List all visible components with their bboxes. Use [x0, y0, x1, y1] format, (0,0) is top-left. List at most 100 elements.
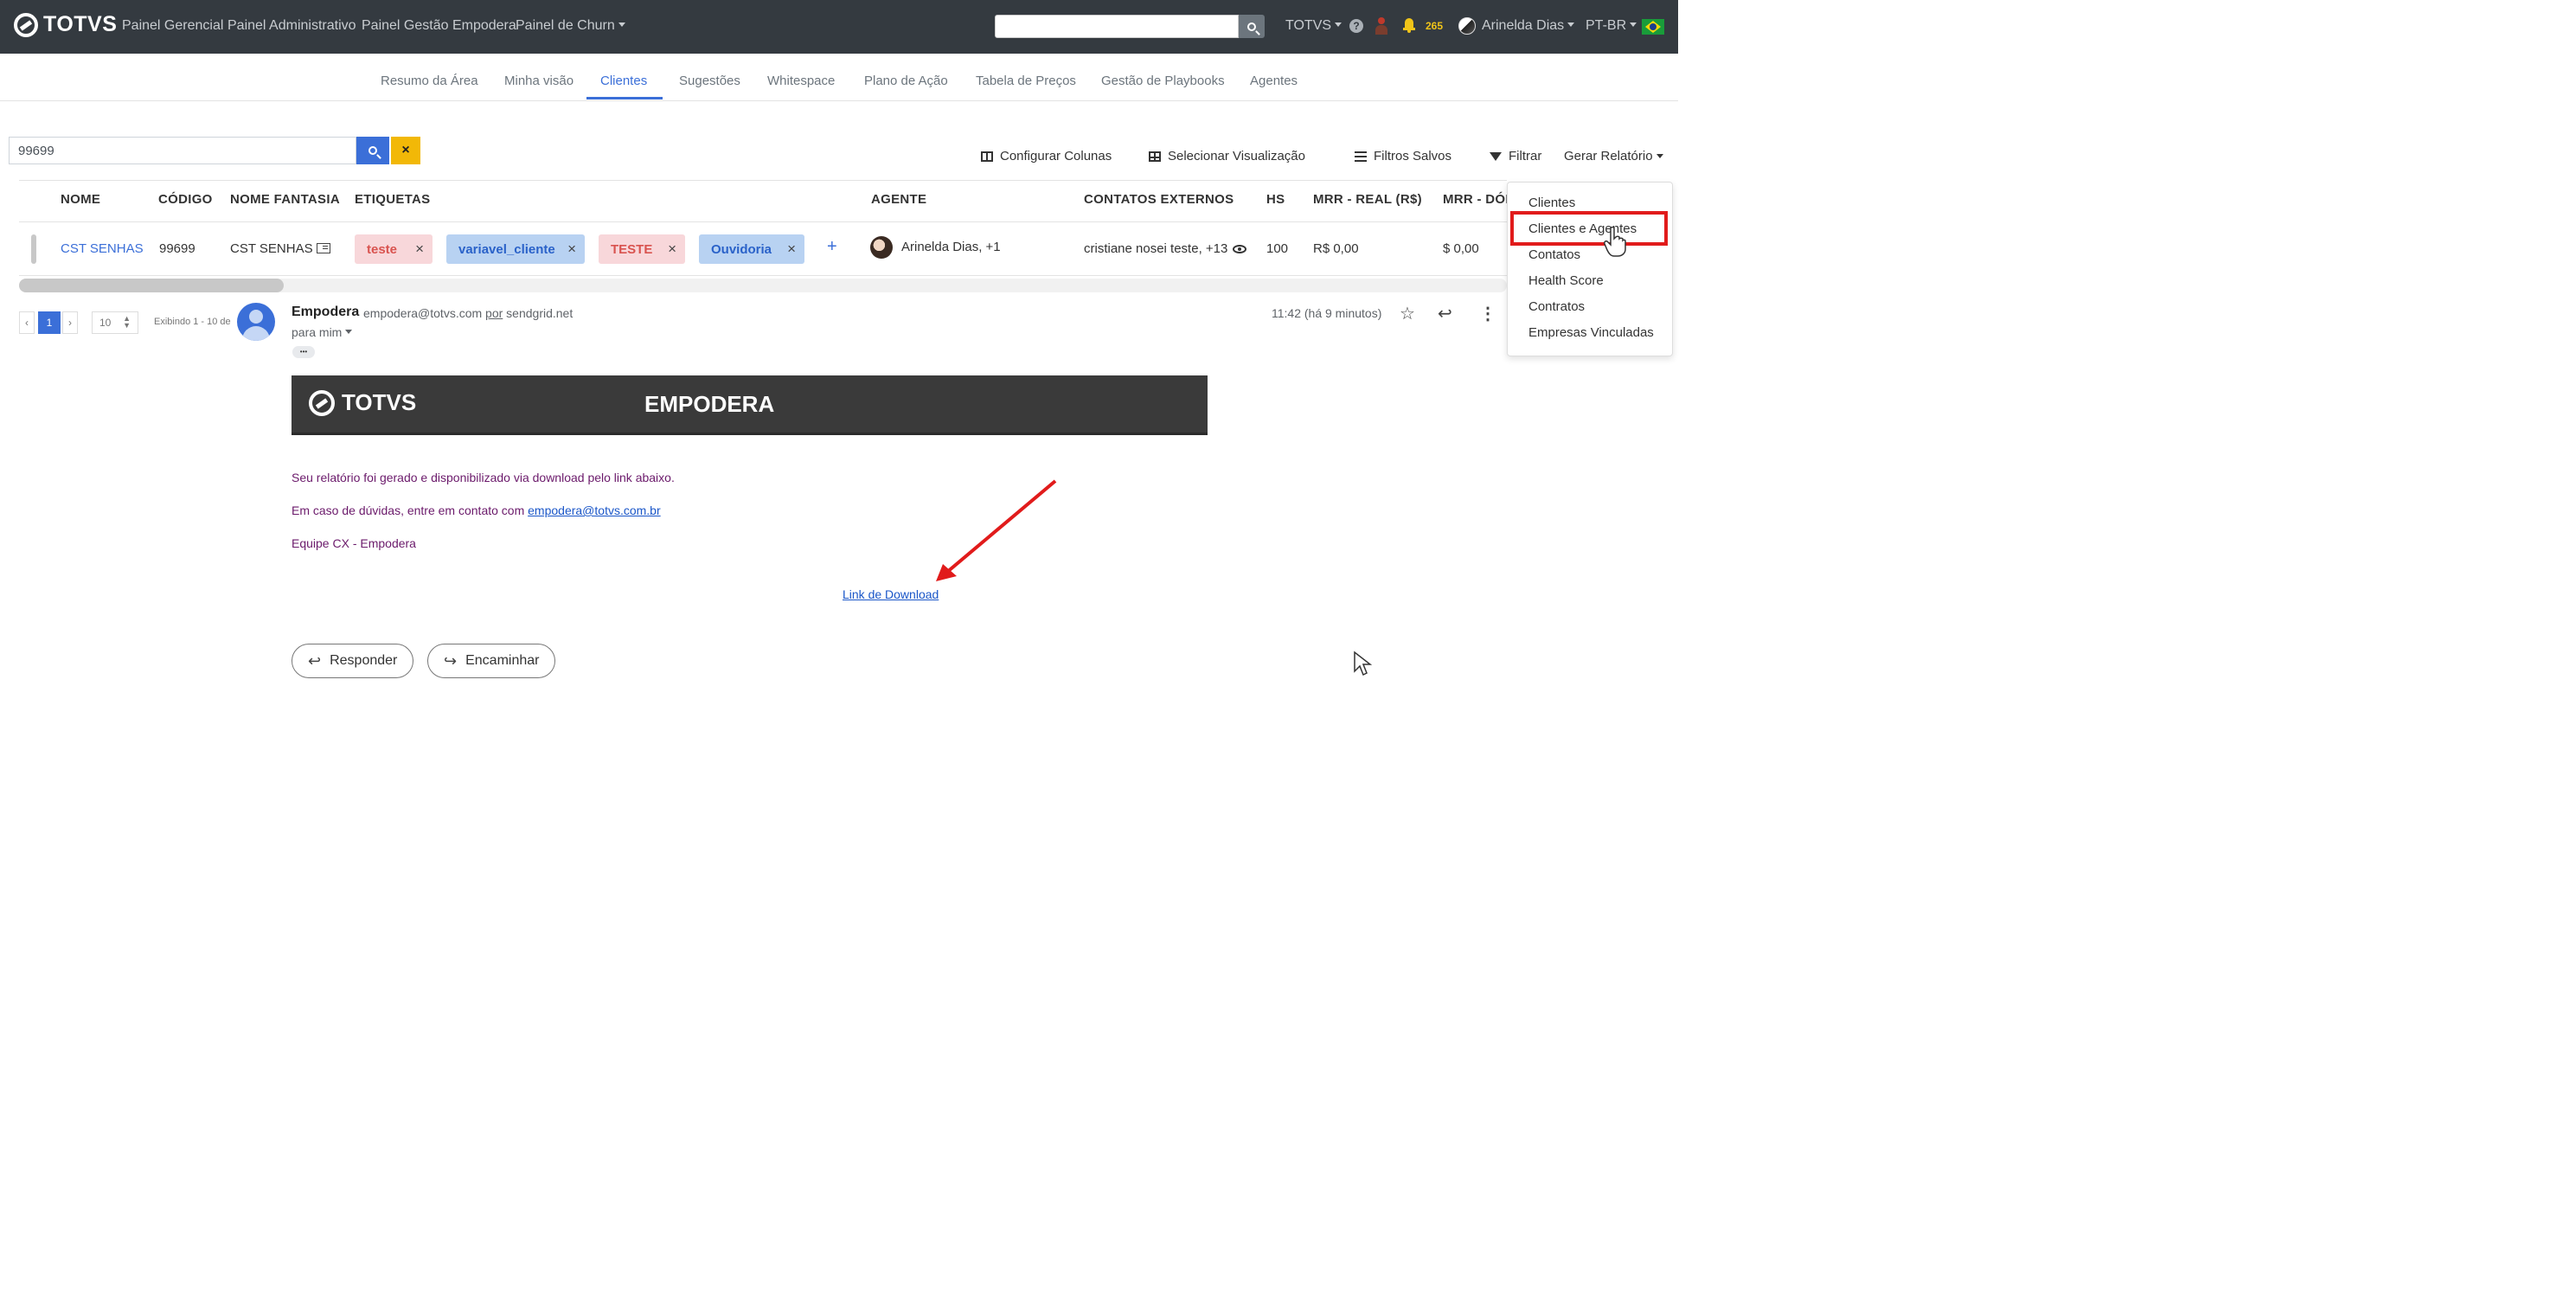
menu-item-clientes[interactable]: Clientes: [1528, 196, 1575, 210]
support-email-link[interactable]: empodera@totvs.com.br: [528, 503, 661, 517]
via-domain: sendgrid.net: [506, 306, 574, 320]
tab-clientes[interactable]: Clientes: [600, 74, 647, 88]
table-icon: [1149, 151, 1161, 162]
global-search-input[interactable]: [995, 15, 1239, 38]
cell-contatos-externos: cristiane nosei teste, +13: [1084, 241, 1247, 256]
notification-count[interactable]: 265: [1426, 20, 1443, 32]
tab-plano-de-acao[interactable]: Plano de Ação: [864, 74, 948, 88]
pagination-next[interactable]: ›: [62, 311, 78, 334]
menu-item-health-score[interactable]: Health Score: [1528, 273, 1604, 288]
page-size-select[interactable]: 10 ▲ ▼: [92, 311, 138, 334]
clear-search-button[interactable]: ×: [391, 137, 420, 164]
user-name: Arinelda Dias: [1482, 18, 1565, 33]
horizontal-scrollbar-thumb[interactable]: [19, 279, 284, 292]
language-dropdown[interactable]: PT-BR: [1586, 18, 1637, 34]
header-mrr-dolar[interactable]: MRR - DÓL: [1443, 192, 1514, 207]
global-search-button[interactable]: [1239, 15, 1265, 38]
header-hs[interactable]: HS: [1266, 192, 1285, 207]
menu-item-contratos[interactable]: Contratos: [1528, 299, 1585, 314]
header-codigo[interactable]: CÓDIGO: [158, 192, 213, 207]
filtrar-button[interactable]: Filtrar: [1490, 149, 1541, 164]
tag-teste[interactable]: teste ×: [355, 234, 433, 264]
list-icon: [1355, 151, 1367, 162]
cell-nome-link[interactable]: CST SENHAS: [61, 241, 144, 256]
client-search-input[interactable]: [9, 137, 356, 164]
sender-details: empodera@totvs.com por sendgrid.net: [363, 306, 573, 320]
nav-painel-gerencial[interactable]: Painel Gerencial: [122, 18, 223, 34]
brazil-flag-icon[interactable]: [1642, 19, 1664, 35]
show-trimmed-content-button[interactable]: •••: [292, 346, 315, 358]
user-menu[interactable]: Arinelda Dias: [1482, 18, 1574, 34]
selecionar-visualizacao-label: Selecionar Visualização: [1168, 149, 1305, 164]
configurar-colunas-button[interactable]: Configurar Colunas: [981, 149, 1112, 164]
add-tag-button[interactable]: +: [827, 237, 837, 257]
nav-painel-administrativo[interactable]: Painel Administrativo: [227, 18, 356, 34]
reply-arrow-icon: ↩: [308, 651, 322, 670]
table-header-border: [19, 221, 1507, 222]
tab-agentes[interactable]: Agentes: [1250, 74, 1298, 88]
totvs-logo[interactable]: TOTVS: [14, 12, 117, 37]
email-time: 11:42 (há 9 minutos): [1272, 306, 1382, 320]
forward-arrow-icon: ↪: [444, 651, 458, 670]
nav-painel-gestao-empodera[interactable]: Painel Gestão Empodera: [362, 18, 516, 34]
recipient-toggle[interactable]: para mim: [292, 325, 352, 339]
tag-variavel-cliente-label: variavel_cliente: [458, 241, 555, 257]
tab-whitespace[interactable]: Whitespace: [767, 74, 835, 88]
selecionar-visualizacao-button[interactable]: Selecionar Visualização: [1149, 149, 1305, 164]
report-dropdown-menu: Clientes Clientes e Agentes Contatos Hea…: [1507, 182, 1673, 356]
columns-icon: [981, 151, 993, 162]
reply-button[interactable]: ↩ Responder: [292, 644, 414, 678]
search-icon: [1247, 22, 1256, 31]
help-icon[interactable]: ?: [1349, 19, 1363, 33]
filtrar-label: Filtrar: [1509, 149, 1542, 164]
header-etiquetas[interactable]: ETIQUETAS: [355, 192, 430, 207]
sort-icon: ▲ ▼: [123, 314, 131, 330]
header-agente[interactable]: AGENTE: [871, 192, 926, 207]
nav-painel-de-churn[interactable]: Painel de Churn: [516, 18, 625, 34]
menu-item-empresas-vinculadas[interactable]: Empresas Vinculadas: [1528, 325, 1654, 340]
tag-variavel-cliente[interactable]: variavel_cliente ×: [446, 234, 585, 264]
tab-resumo-da-area[interactable]: Resumo da Área: [381, 74, 478, 88]
recipient-label: para mim: [292, 325, 343, 339]
person-icon[interactable]: [1375, 17, 1387, 35]
tag-ouvidoria[interactable]: Ouvidoria ×: [699, 234, 804, 264]
header-nome-fantasia[interactable]: NOME FANTASIA: [230, 192, 340, 207]
client-search-button[interactable]: [356, 137, 389, 164]
cell-agente[interactable]: Arinelda Dias, +1: [901, 240, 1001, 254]
filtros-salvos-button[interactable]: Filtros Salvos: [1355, 149, 1451, 164]
totvs-logo-icon: [309, 389, 335, 416]
gerar-relatorio-button[interactable]: Gerar Relatório: [1564, 149, 1663, 164]
bell-icon[interactable]: [1403, 18, 1415, 33]
org-label: TOTVS: [1285, 18, 1332, 33]
header-mrr-real[interactable]: MRR - REAL (R$): [1313, 192, 1422, 207]
header-nome[interactable]: NOME: [61, 192, 100, 207]
remove-tag-icon[interactable]: ×: [567, 240, 576, 258]
org-dropdown[interactable]: TOTVS: [1285, 18, 1342, 34]
more-options-icon[interactable]: ⋮: [1479, 303, 1496, 324]
tab-gestao-de-playbooks[interactable]: Gestão de Playbooks: [1101, 74, 1225, 88]
row-drag-handle[interactable]: [31, 234, 36, 264]
tab-tabela-de-precos[interactable]: Tabela de Preços: [976, 74, 1076, 88]
via-label: por: [485, 306, 503, 320]
star-icon[interactable]: ☆: [1400, 303, 1415, 324]
menu-item-contatos[interactable]: Contatos: [1528, 247, 1580, 262]
eye-icon[interactable]: [1233, 245, 1247, 253]
user-avatar[interactable]: [1458, 17, 1476, 35]
search-icon: [368, 146, 377, 155]
forward-button[interactable]: ↪ Encaminhar: [427, 644, 556, 678]
pagination-prev[interactable]: ‹: [19, 311, 35, 334]
pagination-page-1[interactable]: 1: [38, 311, 61, 334]
header-contatos-externos[interactable]: CONTATOS EXTERNOS: [1084, 192, 1234, 207]
active-tab-indicator: [586, 97, 663, 99]
brand-text: TOTVS: [43, 12, 118, 36]
remove-tag-icon[interactable]: ×: [668, 240, 676, 258]
tab-minha-visao[interactable]: Minha visão: [504, 74, 574, 88]
reply-icon[interactable]: ↩: [1438, 303, 1452, 324]
remove-tag-icon[interactable]: ×: [415, 240, 424, 258]
tag-teste-upper[interactable]: TESTE ×: [599, 234, 685, 264]
remove-tag-icon[interactable]: ×: [787, 240, 796, 258]
tab-sugestoes[interactable]: Sugestões: [679, 74, 740, 88]
download-link[interactable]: Link de Download: [843, 587, 939, 601]
cell-nome-fantasia: CST SENHAS: [230, 241, 330, 256]
annotation-arrow: [936, 479, 1057, 581]
